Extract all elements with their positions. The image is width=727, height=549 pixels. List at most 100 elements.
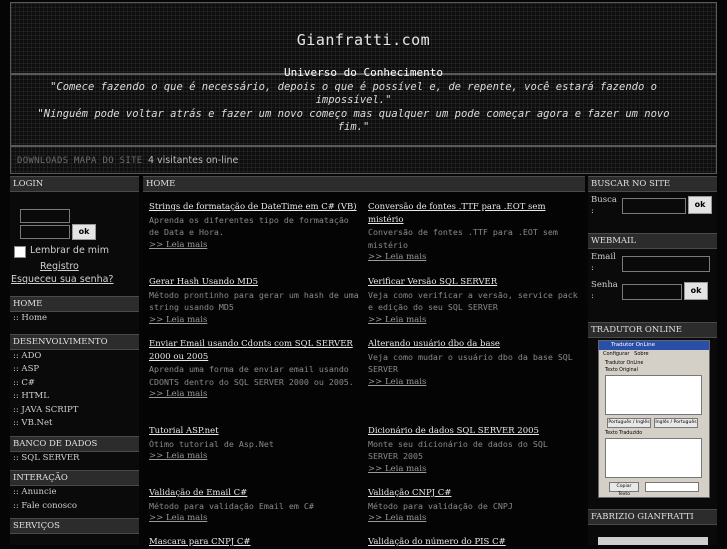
article-desc: Veja como mudar o usuário dbo da base SQ…: [368, 351, 573, 375]
sidebar-item-vbnet[interactable]: :: VB.Net: [10, 417, 139, 431]
register-link[interactable]: Registro: [40, 261, 79, 272]
author-heading: FABRIZIO GIANFRATTI: [588, 509, 717, 525]
forgot-password-link[interactable]: Esqueceu sua senha?: [11, 274, 113, 285]
translator-menu-config: Configurar: [603, 351, 630, 357]
services-heading: SERVIÇOS: [10, 518, 139, 534]
read-more-link[interactable]: >> Leia mais: [149, 512, 359, 525]
article-title[interactable]: Mascara para CNPJ C#: [149, 536, 359, 549]
read-more-link[interactable]: >> Leia mais: [149, 314, 359, 327]
article-card: Mascara para CNPJ C#: [149, 536, 359, 549]
site-title: Gianfratti.com: [296, 31, 431, 49]
left-sidebar: LOGIN ok Lembrar de mim Registro Esquece…: [10, 176, 139, 545]
translator-menu: Configurar Sobre: [599, 350, 709, 358]
site-subtitle: Universo do Conhecimento: [284, 66, 443, 79]
article-desc: Monte seu dicionário de dados do SQL SER…: [368, 438, 548, 462]
article-title[interactable]: Validação CNPJ C#: [368, 487, 578, 500]
email-label: Email: [591, 252, 616, 262]
sidebar-item-anuncie[interactable]: :: Anuncie: [10, 486, 139, 500]
article-title[interactable]: Alterando usuário dbo da base: [368, 338, 578, 351]
article-card: Strings de formatação de DateTime em C# …: [149, 201, 359, 251]
search-label: Busca: [591, 195, 617, 205]
sidebar-item-csharp[interactable]: :: C#: [10, 377, 139, 391]
read-more-link[interactable]: >> Leia mais: [149, 239, 359, 252]
nav-bar: DOWNLOADS MAPA DO SITE 4 visitantes on-l…: [10, 146, 717, 174]
article-desc: Aprenda os diferentes tipo de formatação…: [149, 214, 349, 238]
nav-downloads[interactable]: DOWNLOADS: [17, 156, 68, 166]
remember-checkbox[interactable]: [14, 246, 26, 258]
sidebar-item-home[interactable]: :: Home: [10, 312, 139, 326]
login-ok-button[interactable]: ok: [72, 224, 96, 240]
main-content: HOME Strings de formatação de DateTime e…: [143, 176, 585, 547]
nav-sitemap[interactable]: MAPA DO SITE: [74, 156, 143, 166]
sidebar-item-javascript[interactable]: :: JAVA SCRIPT: [10, 404, 139, 418]
article-desc: Método prontinho para gerar um hash de u…: [149, 289, 359, 313]
quote-1: "Comece fazendo o que é necessário, depo…: [50, 81, 657, 106]
article-title[interactable]: Dicionário de dados SQL SERVER 2005: [368, 425, 578, 438]
interaction-heading: INTERAÇÃO: [10, 470, 139, 486]
main-heading: HOME: [143, 176, 585, 192]
article-card: Verificar Versão SQL SERVER Veja como ve…: [368, 276, 578, 326]
article-card: Gerar Hash Usando MD5 Método prontinho p…: [149, 276, 359, 326]
article-desc: Método para validação de CNPJ: [368, 500, 513, 511]
dev-heading: DESENVOLVIMENTO: [10, 333, 139, 350]
article-desc: Conversão de fontes .TTF para .EOT sem m…: [368, 227, 558, 250]
article-title[interactable]: Enviar Email usando Cdonts com SQL SERVE…: [149, 338, 359, 363]
article-card: Validação de Email C# Método para valida…: [149, 487, 359, 525]
translator-window-title: Tradutor OnLine: [599, 341, 709, 350]
translator-status-field: [645, 482, 699, 492]
article-card: Validação do número do PIS C#: [368, 536, 578, 549]
article-title[interactable]: Tutorial ASP.net: [149, 425, 359, 438]
article-desc: Ótimo tutorial de Asp.Net: [149, 438, 274, 449]
webmail-ok-button[interactable]: ok: [684, 282, 708, 300]
search-input[interactable]: [622, 198, 686, 214]
article-desc: Método para validação Email em C#: [149, 500, 314, 511]
article-title[interactable]: Conversão de fontes .TTF para .EOT sem m…: [368, 201, 578, 226]
read-more-link[interactable]: >> Leia mais: [149, 450, 359, 463]
visitors-count: 4 visitantes on-line: [147, 155, 239, 166]
read-more-link[interactable]: >> Leia mais: [368, 463, 578, 476]
read-more-link[interactable]: >> Leia mais: [368, 251, 578, 264]
login-heading: LOGIN: [10, 176, 139, 192]
search-colon: :: [591, 206, 594, 216]
article-title[interactable]: Validação do número do PIS C#: [368, 536, 578, 549]
webmail-heading: WEBMAIL: [588, 233, 717, 249]
translator-original-label: Texto Original: [605, 368, 638, 373]
article-desc: Aprenda uma forma de enviar email usando…: [149, 364, 354, 387]
article-card: Validação CNPJ C# Método para validação …: [368, 487, 578, 525]
email-input[interactable]: [622, 256, 710, 272]
header-banner: Gianfratti.com: [10, 2, 717, 74]
sidebar-item-asp[interactable]: :: ASP: [10, 363, 139, 377]
home-heading: HOME: [10, 296, 139, 312]
translator-heading: TRADUTOR ONLINE: [588, 322, 717, 338]
webmail-password-input[interactable]: [622, 284, 682, 300]
article-title[interactable]: Gerar Hash Usando MD5: [149, 276, 359, 289]
password-input[interactable]: [20, 225, 70, 239]
read-more-link[interactable]: >> Leia mais: [368, 512, 578, 525]
email-colon: :: [591, 263, 594, 273]
translator-pt-en-button: Português / Inglês: [607, 418, 651, 428]
quote-2: "Ninguém pode voltar atrás e fazer um no…: [37, 108, 670, 133]
sidebar-item-html[interactable]: :: HTML: [10, 390, 139, 404]
translator-translated-label: Texto Traduzido: [605, 431, 643, 436]
search-ok-button[interactable]: ok: [688, 196, 712, 214]
translator-original-area: [605, 375, 702, 415]
password-label: Senha: [591, 280, 618, 290]
password-colon: :: [591, 291, 594, 301]
read-more-link[interactable]: >> Leia mais: [368, 314, 578, 327]
article-title[interactable]: Verificar Versão SQL SERVER: [368, 276, 578, 289]
quotes-band: Universo do Conhecimento "Comece fazendo…: [10, 66, 717, 146]
sidebar-item-ado[interactable]: :: ADO: [10, 350, 139, 364]
article-card: Dicionário de dados SQL SERVER 2005 Mont…: [368, 425, 578, 475]
article-desc: Veja como verificar a versão, service pa…: [368, 289, 578, 313]
article-title[interactable]: Validação de Email C#: [149, 487, 359, 500]
article-card: Tutorial ASP.net Ótimo tutorial de Asp.N…: [149, 425, 359, 463]
article-title[interactable]: Strings de formatação de DateTime em C# …: [149, 201, 359, 214]
username-input[interactable]: [20, 209, 70, 223]
db-heading: BANCO DE DADOS: [10, 435, 139, 452]
read-more-link[interactable]: >> Leia mais: [368, 376, 578, 389]
sidebar-item-sqlserver[interactable]: :: SQL SERVER: [10, 452, 139, 466]
translator-translated-area: [605, 438, 702, 478]
translator-screenshot[interactable]: Tradutor OnLine Configurar Sobre Traduto…: [598, 340, 710, 498]
read-more-link[interactable]: >> Leia mais: [149, 388, 359, 401]
sidebar-item-contact[interactable]: :: Fale conosco: [10, 500, 139, 514]
